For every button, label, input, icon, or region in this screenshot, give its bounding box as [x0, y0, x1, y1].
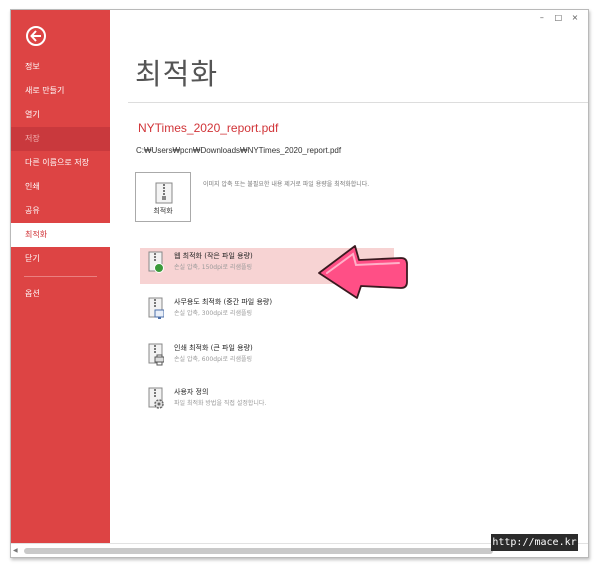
zip-document-icon	[155, 182, 173, 204]
option-title: 사무용도 최적화 (중간 파일 용량)	[174, 298, 273, 306]
option-title: 웹 최적화 (작은 파일 용량)	[174, 252, 253, 260]
option-subtitle: 손실 압축, 150dpi로 리샘플링	[174, 264, 253, 271]
back-button[interactable]	[26, 26, 46, 46]
scrollbar-thumb[interactable]	[24, 548, 493, 554]
backstage-content: 최적화 NYTimes_2020_report.pdf C:₩Users₩pcn…	[110, 10, 588, 543]
sidebar-item-info[interactable]: 정보	[11, 55, 110, 79]
sidebar-item-close[interactable]: 닫기	[11, 247, 110, 271]
settings-gear-icon	[148, 387, 164, 409]
document-name: NYTimes_2020_report.pdf	[138, 121, 279, 135]
sidebar-item-optimize[interactable]: 최적화	[11, 223, 110, 247]
sidebar-divider	[24, 276, 97, 277]
document-path: C:₩Users₩pcn₩Downloads₩NYTimes_2020_repo…	[136, 146, 342, 155]
option-subtitle: 손실 압축, 600dpi로 리샘플링	[174, 356, 253, 363]
office-monitor-icon	[148, 297, 164, 319]
page-title: 최적화	[135, 57, 219, 91]
sidebar-nav: 정보 새로 만들기 열기 저장 다른 이름으로 저장 인쇄 공유 최적화 닫기 …	[11, 55, 110, 306]
sidebar-item-print[interactable]: 인쇄	[11, 175, 110, 199]
optimize-button-label: 최적화	[153, 207, 173, 215]
watermark-label: http://mace.kr	[491, 534, 578, 551]
sidebar-item-share[interactable]: 공유	[11, 199, 110, 223]
option-subtitle: 파일 최적화 방법을 직접 설정합니다.	[174, 400, 267, 407]
optimize-button[interactable]: 최적화	[135, 172, 191, 222]
application-window: 정보 새로 만들기 열기 저장 다른 이름으로 저장 인쇄 공유 최적화 닫기 …	[10, 9, 589, 558]
option-title: 인쇄 최적화 (큰 파일 용량)	[174, 344, 253, 352]
sidebar-item-options[interactable]: 옵션	[11, 282, 110, 306]
sidebar-item-open[interactable]: 열기	[11, 103, 110, 127]
sidebar-item-save[interactable]: 저장	[11, 127, 110, 151]
option-title: 사용자 정의	[174, 388, 209, 396]
sidebar-item-save-as[interactable]: 다른 이름으로 저장	[11, 151, 110, 175]
printer-icon	[148, 343, 164, 366]
arrow-left-icon	[30, 30, 41, 42]
option-subtitle: 손실 압축, 300dpi로 리샘플링	[174, 310, 253, 317]
web-globe-icon	[148, 251, 164, 273]
pointer-arrow-annotation	[318, 245, 408, 299]
optimize-description: 이미지 압축 또는 불필요한 내용 제거로 파일 용량을 최적화합니다.	[203, 181, 370, 188]
sidebar-item-new[interactable]: 새로 만들기	[11, 79, 110, 103]
scroll-left-icon[interactable]: ◀	[13, 547, 18, 554]
print-optimize-option[interactable]: 인쇄 최적화 (큰 파일 용량) 손실 압축, 600dpi로 리샘플링	[140, 340, 394, 376]
sidebar: 정보 새로 만들기 열기 저장 다른 이름으로 저장 인쇄 공유 최적화 닫기 …	[11, 10, 110, 557]
custom-optimize-option[interactable]: 사용자 정의 파일 최적화 방법을 직접 설정합니다.	[140, 384, 394, 420]
title-divider	[128, 102, 588, 103]
